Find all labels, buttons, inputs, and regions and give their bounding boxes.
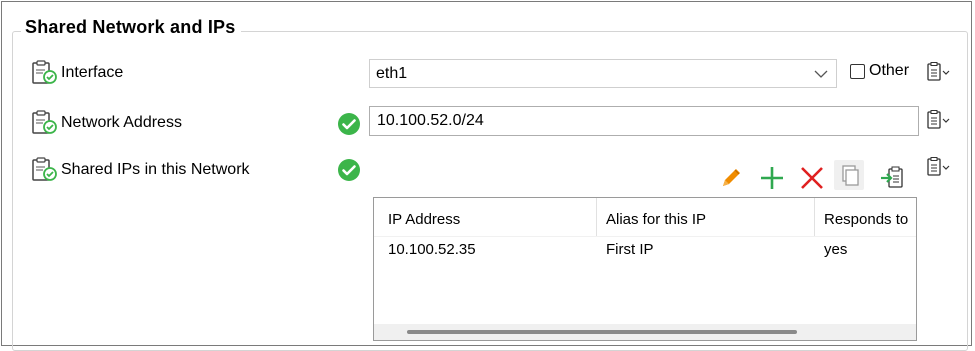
other-checkbox-label: Other xyxy=(869,62,910,79)
clipboard-check-icon xyxy=(32,110,57,134)
valid-check-icon xyxy=(338,113,360,135)
clipboard-check-icon xyxy=(32,157,57,181)
other-checkbox-wrap[interactable]: Other xyxy=(850,62,909,80)
network-address-input[interactable]: 10.100.52.0/24 xyxy=(369,106,919,136)
clipboard-menu-icon[interactable] xyxy=(926,157,952,177)
shared-ips-table[interactable]: IP Address Alias for this IP Responds to… xyxy=(373,197,917,341)
column-header-alias[interactable]: Alias for this IP xyxy=(606,211,706,228)
column-header-responds[interactable]: Responds to xyxy=(824,211,908,228)
clipboard-menu-icon[interactable] xyxy=(926,110,952,130)
interface-row-label: Interface xyxy=(31,60,123,86)
clipboard-menu-icon[interactable] xyxy=(926,62,952,82)
column-header-ip[interactable]: IP Address xyxy=(388,211,460,228)
shared-ips-label: Shared IPs in this Network xyxy=(61,161,250,178)
interface-select-value: eth1 xyxy=(376,65,408,82)
x-icon[interactable] xyxy=(797,163,827,193)
copy-icon[interactable] xyxy=(834,160,864,190)
import-icon[interactable] xyxy=(878,163,908,193)
network-address-row-label: Network Address xyxy=(31,110,182,136)
clipboard-check-icon xyxy=(32,60,57,84)
shared-ips-row-label: Shared IPs in this Network xyxy=(31,157,250,183)
horizontal-scrollbar[interactable] xyxy=(374,324,916,340)
valid-check-icon xyxy=(338,159,360,181)
group-title: Shared Network and IPs xyxy=(21,17,242,38)
other-checkbox[interactable] xyxy=(850,63,865,79)
table-cell-alias[interactable]: First IP xyxy=(606,241,654,258)
network-address-value: 10.100.52.0/24 xyxy=(377,112,484,129)
pencil-icon[interactable] xyxy=(716,163,746,193)
network-address-label: Network Address xyxy=(61,114,182,131)
column-separator[interactable] xyxy=(596,198,597,236)
table-cell-responds[interactable]: yes xyxy=(824,241,847,258)
plus-icon[interactable] xyxy=(757,163,787,193)
interface-label: Interface xyxy=(61,64,124,81)
table-cell-ip[interactable]: 10.100.52.35 xyxy=(388,241,476,258)
interface-select[interactable]: eth1 xyxy=(369,59,837,88)
column-separator[interactable] xyxy=(814,198,815,236)
chevron-down-icon[interactable] xyxy=(814,68,828,80)
scrollbar-thumb[interactable] xyxy=(407,330,797,334)
